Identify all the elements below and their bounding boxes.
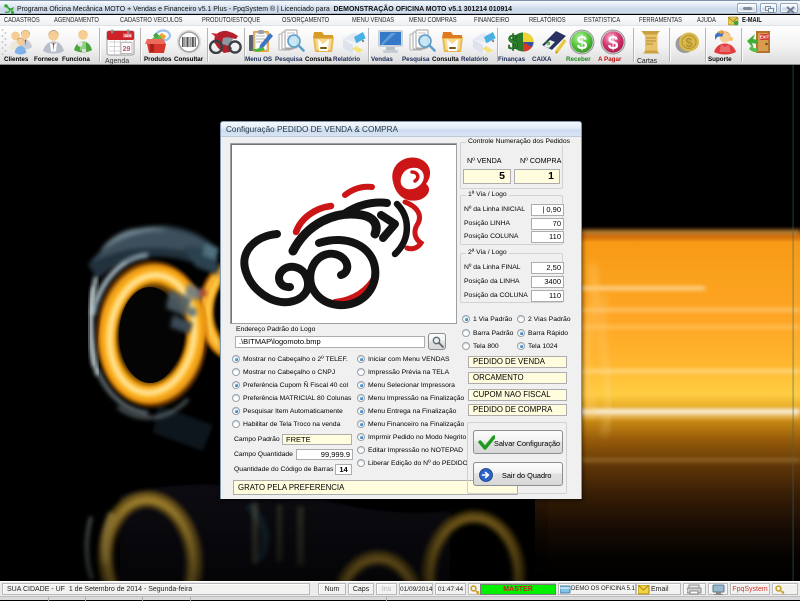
svg-text:EXIT: EXIT	[760, 35, 770, 40]
svg-text:JAN: JAN	[124, 34, 131, 38]
svg-text:$: $	[685, 35, 693, 50]
svg-text:$: $	[508, 30, 519, 54]
svg-text:29: 29	[123, 46, 131, 53]
svg-text:$: $	[608, 33, 619, 54]
svg-text:$: $	[577, 33, 588, 54]
